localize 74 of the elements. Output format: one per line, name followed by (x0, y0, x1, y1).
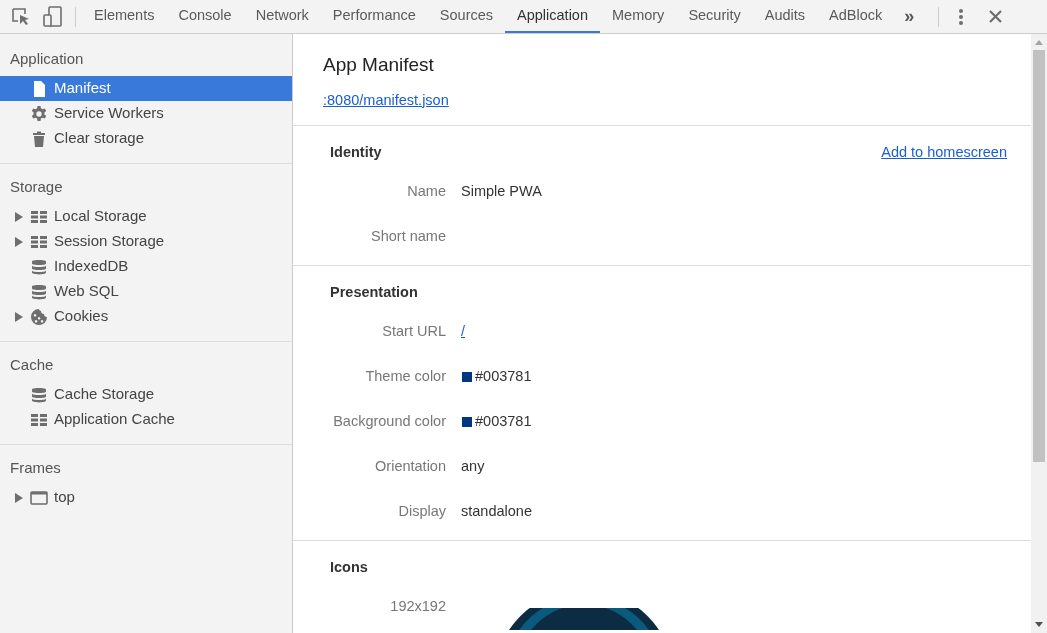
sidebar-item-label: Local Storage (54, 206, 147, 227)
sidebar-item[interactable]: Service Workers (0, 101, 292, 126)
more-options-icon[interactable] (959, 7, 964, 26)
field-label: Start URL (381, 323, 447, 341)
sidebar-item[interactable]: Cache Storage (0, 382, 292, 407)
start-url-link[interactable]: / (461, 323, 466, 341)
panel-tab[interactable]: Audits (752, 0, 818, 33)
sidebar-item-label: Session Storage (54, 231, 165, 252)
field-label: 192x192 (389, 598, 447, 616)
sidebar-item-label: top (54, 487, 75, 508)
field-label: Name (406, 183, 447, 201)
panel-tab[interactable]: AdBlock (817, 0, 895, 33)
expand-arrow-icon[interactable] (15, 211, 23, 222)
section-title: Cache (9, 355, 55, 375)
sidebar-item[interactable]: Web SQL (0, 279, 292, 304)
panel-tab[interactable]: Memory (600, 0, 677, 33)
device-toolbar-icon[interactable] (43, 5, 63, 28)
field-label: Background color (332, 413, 447, 431)
sidebar-item[interactable]: Cookies (0, 304, 292, 329)
section-title: Storage (9, 177, 64, 197)
inspect-element-icon[interactable] (11, 6, 31, 27)
field-value: any (461, 458, 485, 476)
expand-arrow-icon[interactable] (15, 492, 23, 503)
sidebar-item[interactable]: Application Cache (0, 407, 292, 432)
field-value: Simple PWA (461, 183, 542, 201)
scroll-down-icon[interactable] (1035, 622, 1043, 627)
pane-title: App Manifest (323, 53, 435, 77)
sidebar-item-label: Manifest (54, 78, 111, 99)
sidebar-item-label: Web SQL (54, 281, 119, 302)
sidebar-item[interactable]: top (0, 485, 292, 510)
expand-arrow-icon[interactable] (15, 236, 23, 247)
sidebar-item-label: Application Cache (54, 409, 175, 430)
panel-tab[interactable]: Console (166, 0, 244, 33)
database-icon (30, 257, 48, 276)
trash-icon (30, 129, 48, 148)
cookie-icon (30, 307, 48, 326)
database-icon (30, 385, 48, 404)
panel-tab[interactable]: Elements (82, 0, 167, 33)
section-title: Frames (9, 458, 62, 478)
more-tabs-button[interactable]: » (894, 0, 925, 33)
panel-tab[interactable]: Network (243, 0, 321, 33)
add-to-homescreen-link[interactable]: Add to homescreen (881, 144, 1007, 162)
window-frame-icon (30, 488, 48, 507)
color-value: #003781 (475, 413, 532, 431)
panel-tab[interactable]: Application (505, 0, 600, 33)
sidebar-item-label: Service Workers (54, 103, 164, 124)
field-label: Orientation (374, 458, 447, 476)
field-value: standalone (461, 503, 532, 521)
section-heading: Presentation (330, 284, 418, 302)
sidebar-item[interactable]: Manifest (0, 76, 292, 101)
field-label: Theme color (364, 368, 447, 386)
panel-tab[interactable]: Performance (320, 0, 428, 33)
sidebar-item-label: Clear storage (54, 128, 145, 149)
sidebar-item-label: IndexedDB (54, 256, 129, 277)
color-value: #003781 (475, 368, 532, 386)
sidebar-item[interactable]: Clear storage (0, 126, 292, 151)
field-label: Short name (370, 228, 447, 246)
close-icon[interactable] (989, 10, 1003, 23)
section-heading: Identity (330, 144, 382, 162)
panel-tab[interactable]: Sources (427, 0, 506, 33)
scrollbar-thumb[interactable] (1033, 50, 1045, 462)
database-icon (30, 282, 48, 301)
sidebar-item[interactable]: IndexedDB (0, 254, 292, 279)
expand-arrow-icon[interactable] (15, 311, 23, 322)
sidebar-item[interactable]: Local Storage (0, 204, 292, 229)
field-label: Display (397, 503, 447, 521)
section-title: Application (9, 49, 85, 69)
section-heading: Icons (330, 559, 368, 577)
panel-tab[interactable]: Security (676, 0, 753, 33)
sidebar-item-label: Cookies (54, 306, 109, 327)
sidebar-item-label: Cache Storage (54, 384, 155, 405)
sidebar-item[interactable]: Session Storage (0, 229, 292, 254)
gear-icon (30, 104, 48, 123)
manifest-link[interactable]: :8080/manifest.json (323, 89, 449, 112)
